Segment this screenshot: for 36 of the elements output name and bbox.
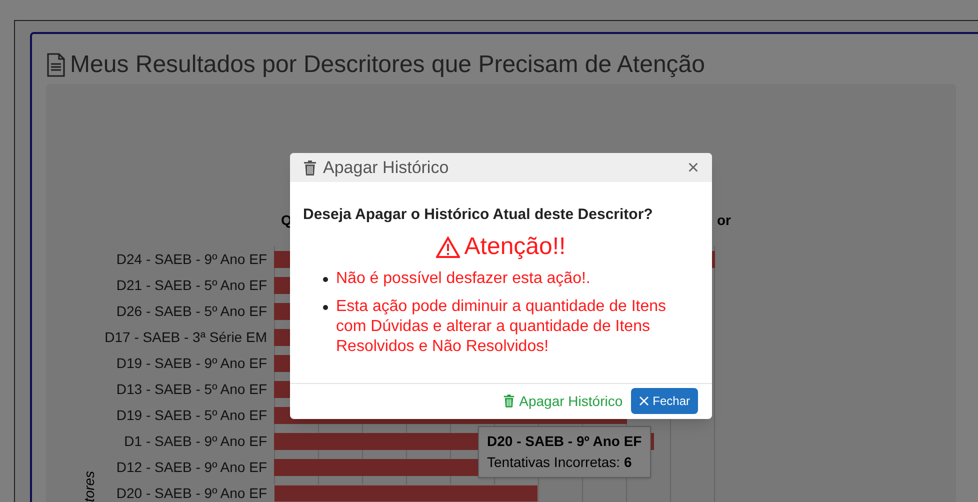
- bullet-icon: [323, 276, 328, 282]
- category-label: D19 - SAEB - 9º Ano EF: [116, 354, 267, 373]
- warning-text: Esta ação pode diminuir a quantidade de Itens com Dúvidas e alterar a quantidade de Itens Resolvidos e Não Resolvidos!: [336, 296, 668, 356]
- delete-history-button[interactable]: Apagar Histórico: [503, 390, 623, 412]
- warning-icon: [436, 236, 460, 258]
- trash-icon: [503, 394, 516, 408]
- bar: [274, 355, 290, 372]
- panel-title: Meus Resultados por Descritores que Precisam de Atenção: [70, 50, 705, 80]
- warning-heading: Atenção!!: [464, 232, 566, 262]
- tooltip-label: Tentativas Incorretas:: [487, 454, 622, 470]
- close-icon: [638, 396, 649, 406]
- bar: [274, 329, 290, 346]
- category-label: D13 - SAEB - 5º Ano EF: [116, 380, 267, 399]
- category-label: D20 - SAEB - 9º Ano EF: [116, 484, 267, 502]
- category-label: D24 - SAEB - 9º Ano EF: [116, 250, 267, 269]
- chart-title: or: [717, 211, 731, 230]
- bar: [274, 303, 290, 320]
- document-icon: [46, 53, 66, 77]
- category-label: D1 - SAEB - 9º Ano EF: [124, 432, 267, 451]
- category-label: D17 - SAEB - 3ª Série EM: [104, 328, 267, 347]
- bar: [274, 277, 290, 294]
- bar: [274, 381, 290, 398]
- modal-question: Deseja Apagar o Histórico Atual deste Descritor?: [303, 205, 654, 225]
- category-label: D12 - SAEB - 9º Ano EF: [116, 458, 267, 477]
- category-label: D26 - SAEB - 5º Ano EF: [116, 302, 267, 321]
- modal-title: Apagar Histórico: [323, 156, 449, 179]
- tooltip-value: 6: [624, 454, 632, 470]
- trash-icon: [303, 160, 317, 176]
- category-label: D21 - SAEB - 5º Ano EF: [116, 276, 267, 295]
- category-label: D19 - SAEB - 5º Ano EF: [116, 406, 267, 425]
- tooltip-title: D20 - SAEB - 9º Ano EF: [487, 432, 642, 451]
- close-dialog-button[interactable]: Fechar: [630, 388, 698, 414]
- warning-text: Não é possível desfazer esta ação!.: [336, 268, 592, 288]
- bullet-icon: [323, 304, 328, 310]
- close-button[interactable]: ×: [687, 158, 699, 178]
- axis-label: tores: [80, 470, 98, 502]
